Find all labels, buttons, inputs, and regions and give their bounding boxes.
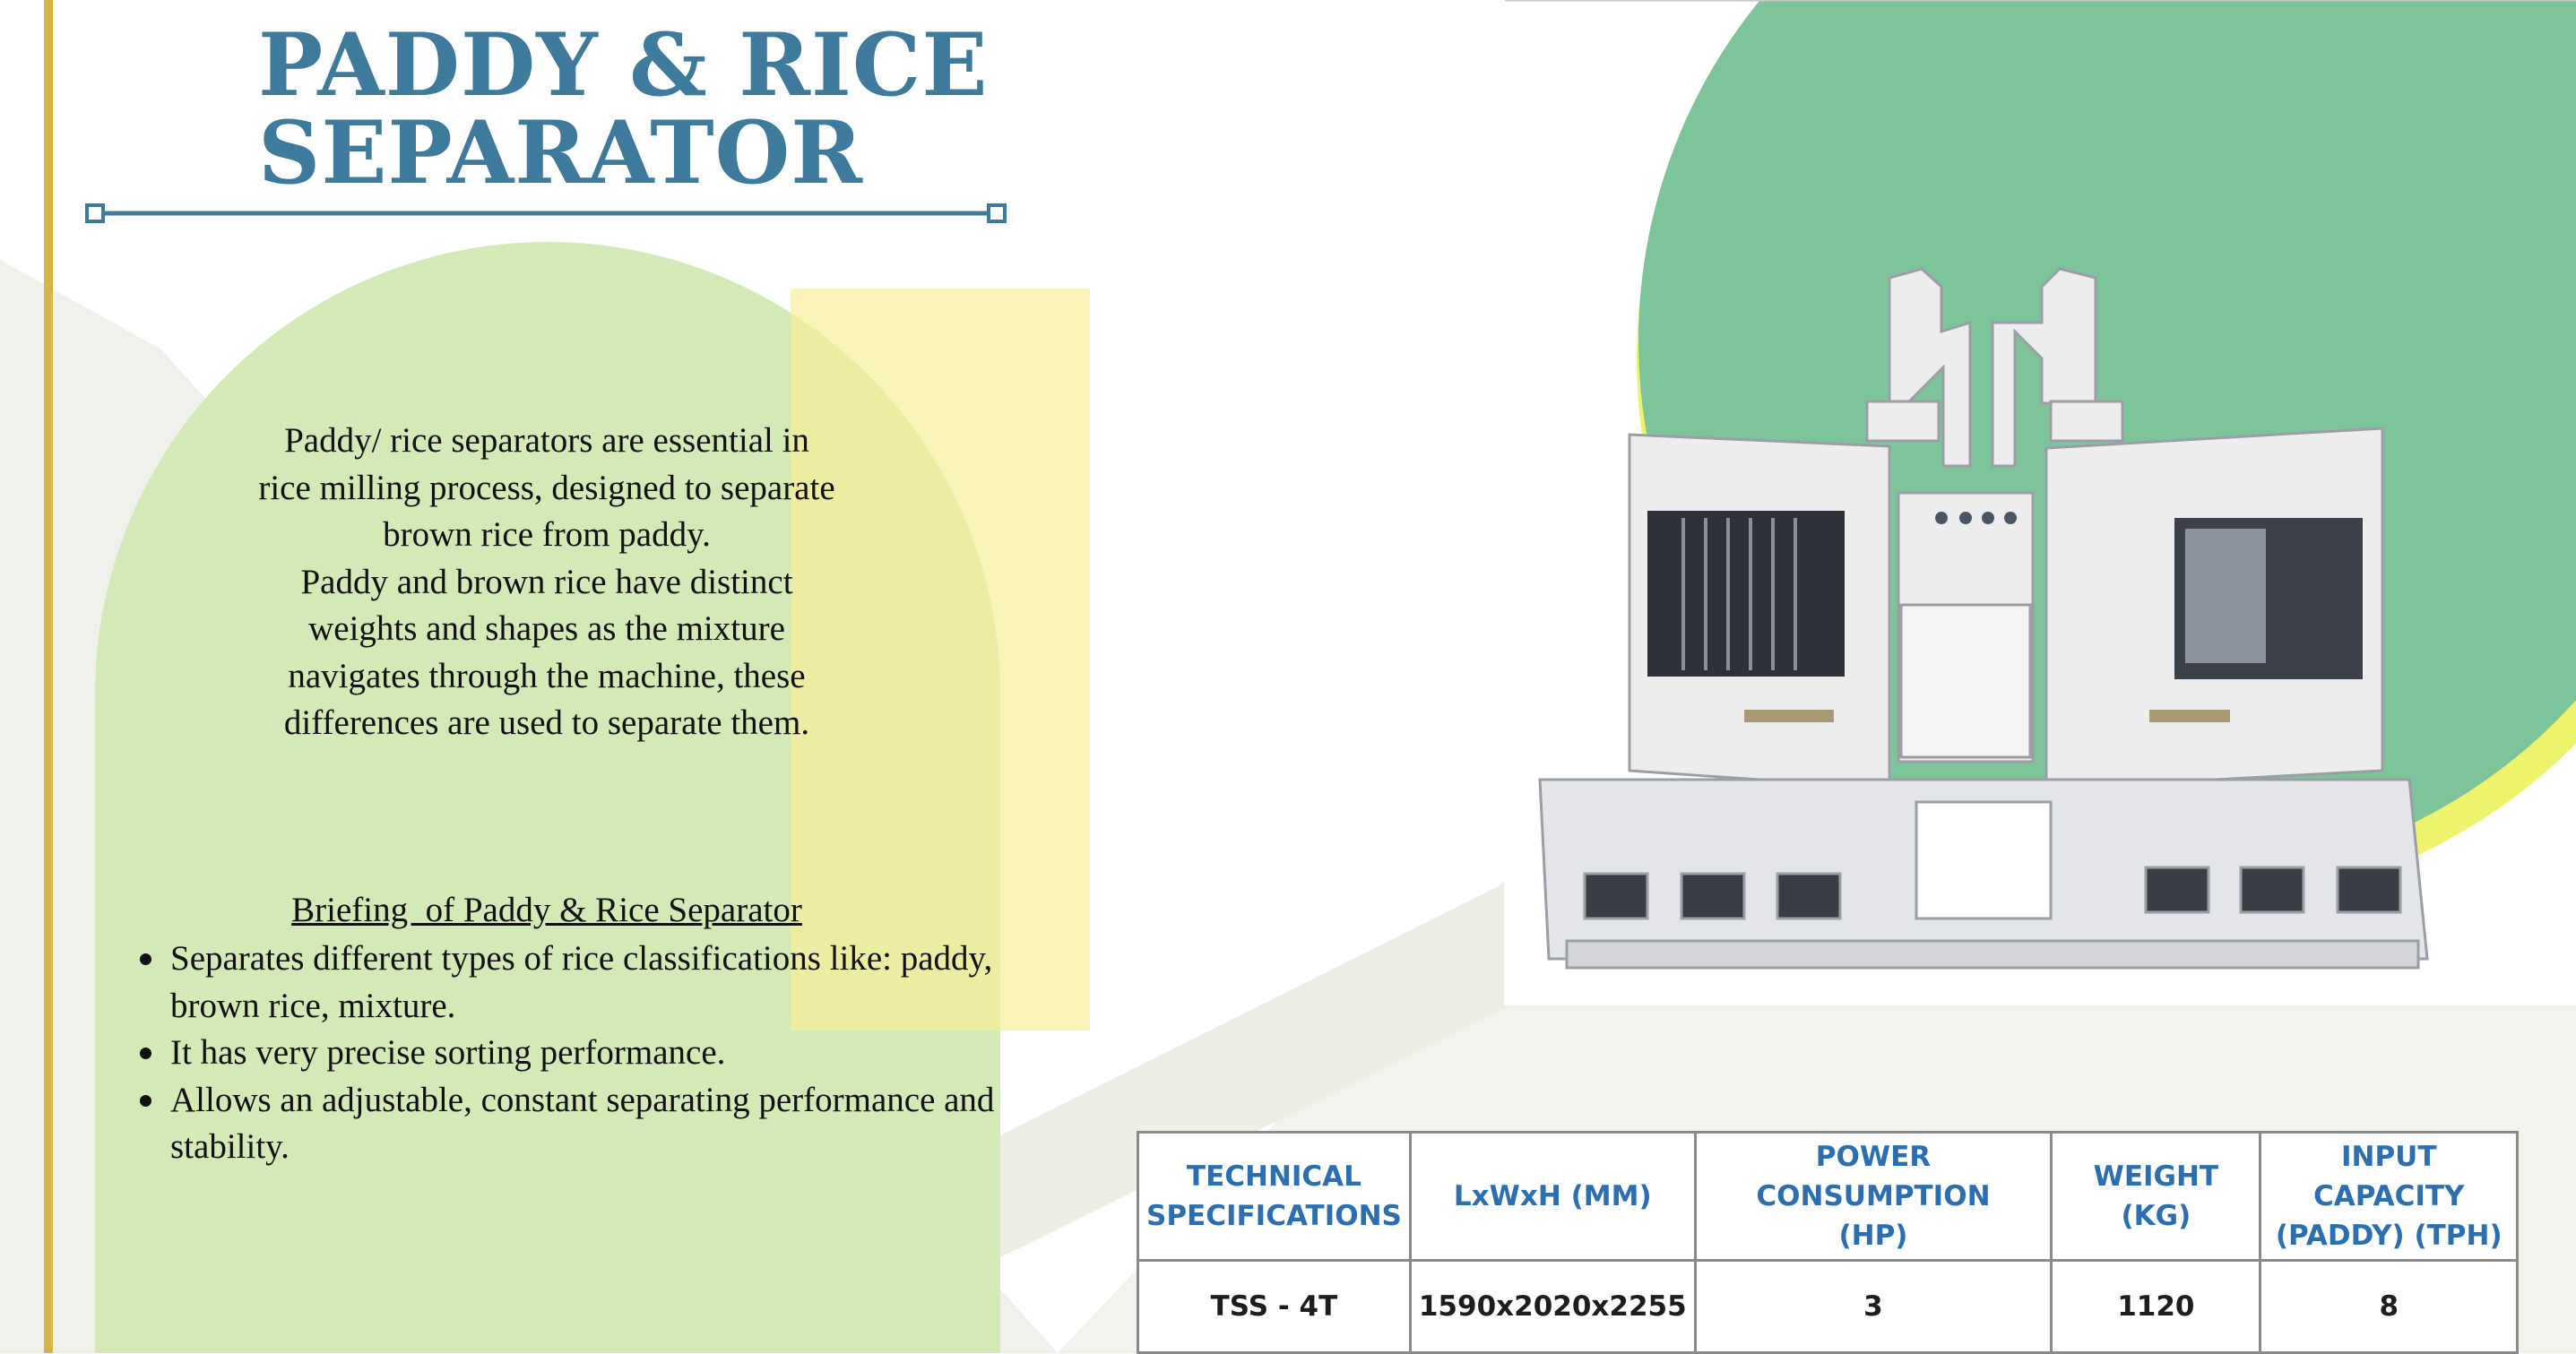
- table-cell: 8: [2259, 1259, 2519, 1354]
- table-cell: 3: [1693, 1259, 2053, 1354]
- page-title: PADDY & RICE SEPARATOR: [258, 22, 989, 197]
- briefing-list: Separates different types of rice classi…: [134, 936, 995, 1171]
- column-header: WEIGHT (KG): [2050, 1131, 2262, 1262]
- table-row: TSS - 4T 1590x2020x2255 3 1120 8: [1137, 1259, 2519, 1354]
- intro-line: navigates through the machine, these: [288, 656, 806, 695]
- title-line-1: PADDY & RICE: [258, 14, 989, 116]
- bullet-text: Allows an adjustable, constant separatin…: [170, 1080, 995, 1167]
- intro-line: brown rice from paddy.: [383, 515, 711, 554]
- column-header: TECHNICAL SPECIFICATIONS: [1137, 1131, 1412, 1262]
- bullet-text: Separates different types of rice classi…: [170, 939, 993, 1025]
- technical-spec-table: TECHNICAL SPECIFICATIONS LxWxH (MM) POWER…: [1137, 1131, 2519, 1354]
- column-header: LxWxH (MM): [1408, 1131, 1697, 1262]
- separator-machine-illustration: [1505, 0, 2576, 970]
- bullet-icon: [140, 1094, 151, 1107]
- intro-paragraph: Paddy/ rice separators are essential in …: [179, 418, 914, 747]
- intro-line: Paddy/ rice separators are essential in: [284, 421, 809, 460]
- product-image: [1504, 0, 2576, 1005]
- intro-line: Paddy and brown rice have distinct: [300, 562, 793, 601]
- intro-line: rice milling process, designed to separa…: [258, 468, 835, 507]
- table-cell: TSS - 4T: [1137, 1259, 1412, 1354]
- title-line-2: SEPARATOR: [258, 102, 864, 203]
- intro-line: differences are used to separate them.: [283, 703, 810, 742]
- column-header: INPUT CAPACITY (PADDY) (TPH): [2259, 1131, 2519, 1262]
- left-accent-bar: [44, 0, 53, 1353]
- column-header: POWER CONSUMPTION (HP): [1693, 1131, 2053, 1262]
- table-cell: 1120: [2050, 1259, 2262, 1354]
- bullet-icon: [140, 1048, 151, 1059]
- table-header-row: TECHNICAL SPECIFICATIONS LxWxH (MM) POWER…: [1137, 1131, 2519, 1262]
- list-item: Allows an adjustable, constant separatin…: [134, 1077, 995, 1171]
- intro-line: weights and shapes as the mixture: [308, 609, 785, 648]
- list-item: Separates different types of rice classi…: [134, 936, 995, 1030]
- bullet-icon: [140, 953, 151, 965]
- bullet-text: It has very precise sorting performance.: [170, 1033, 726, 1072]
- table-cell: 1590x2020x2255: [1408, 1259, 1697, 1354]
- list-item: It has very precise sorting performance.: [134, 1030, 995, 1077]
- title-underline: [85, 203, 1007, 223]
- briefing-heading: Briefing of Paddy & Rice Separator: [291, 891, 802, 929]
